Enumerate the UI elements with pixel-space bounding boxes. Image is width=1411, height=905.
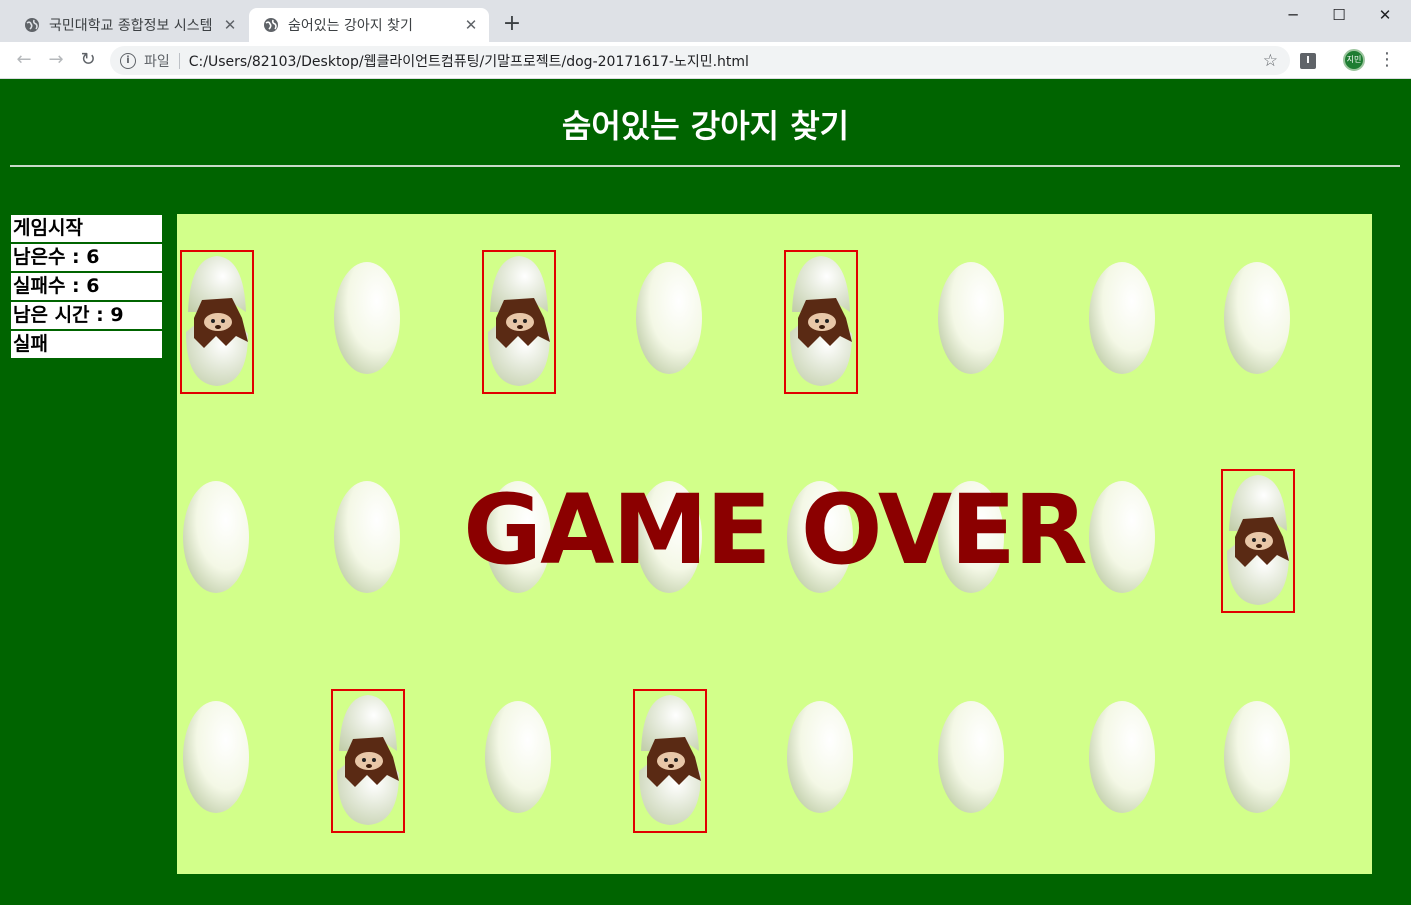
bookmark-star-icon[interactable]: ☆ <box>1263 51 1278 71</box>
result-status: 실패 <box>11 331 162 358</box>
egg-cell[interactable] <box>1086 689 1160 833</box>
tab-find-dog[interactable]: 숨어있는 강아지 찾기 ✕ <box>249 8 489 42</box>
egg-icon <box>938 701 1004 813</box>
egg-icon <box>636 481 702 593</box>
menu-dots-icon[interactable]: ⋮ <box>1378 49 1396 71</box>
egg-icon <box>334 481 400 593</box>
revealed-dog-cell[interactable] <box>331 689 405 833</box>
dog-in-egg-icon <box>186 256 248 386</box>
tab-university-portal[interactable]: 국민대학교 종합정보 시스템 ✕ <box>10 8 248 42</box>
reload-icon[interactable]: ↻ <box>76 48 100 72</box>
egg-icon <box>485 481 551 593</box>
egg-cell[interactable] <box>482 689 556 833</box>
dog-in-egg-icon <box>488 256 550 386</box>
tab-title: 숨어있는 강아지 찾기 <box>288 18 413 34</box>
url-text[interactable]: C:/Users/82103/Desktop/웹클라이언트컴퓨팅/기말프로젝트/… <box>189 51 749 71</box>
egg-cell[interactable] <box>1221 250 1295 394</box>
egg-icon <box>1224 701 1290 813</box>
revealed-dog-cell[interactable] <box>633 689 707 833</box>
egg-icon <box>334 262 400 374</box>
failure-count: 실패수 : 6 <box>11 273 162 300</box>
close-tab-icon[interactable]: ✕ <box>463 17 479 33</box>
close-tab-icon[interactable]: ✕ <box>222 17 238 33</box>
info-icon[interactable]: i <box>120 52 136 69</box>
remaining-count: 남은수 : 6 <box>11 244 162 271</box>
egg-cell[interactable] <box>784 689 858 833</box>
scheme-label: 파일 <box>144 53 170 70</box>
egg-icon <box>787 701 853 813</box>
egg-icon <box>1089 701 1155 813</box>
extension-icon[interactable]: I <box>1300 53 1316 69</box>
maximize-icon[interactable]: ☐ <box>1316 0 1362 30</box>
tab-strip: 국민대학교 종합정보 시스템 ✕ 숨어있는 강아지 찾기 ✕ + ─ ☐ ✕ <box>0 0 1411 42</box>
revealed-dog-cell[interactable] <box>482 250 556 394</box>
egg-icon <box>1089 481 1155 593</box>
egg-cell[interactable] <box>784 469 858 613</box>
start-game-button[interactable]: 게임시작 <box>11 215 162 242</box>
egg-cell[interactable] <box>935 250 1009 394</box>
game-board: GAME OVER <box>177 214 1372 874</box>
egg-icon <box>1224 262 1290 374</box>
egg-icon <box>938 481 1004 593</box>
forward-arrow-icon[interactable]: → <box>44 48 68 72</box>
revealed-dog-cell[interactable] <box>180 250 254 394</box>
egg-cell[interactable] <box>180 469 254 613</box>
egg-cell[interactable] <box>331 250 405 394</box>
page-title: 숨어있는 강아지 찾기 <box>561 107 850 145</box>
egg-cell[interactable] <box>935 689 1009 833</box>
revealed-dog-cell[interactable] <box>784 250 858 394</box>
divider <box>178 52 180 69</box>
minimize-icon[interactable]: ─ <box>1270 0 1316 30</box>
egg-cell[interactable] <box>935 469 1009 613</box>
egg-cell[interactable] <box>1086 250 1160 394</box>
egg-icon <box>485 701 551 813</box>
egg-icon <box>636 262 702 374</box>
egg-cell[interactable] <box>633 469 707 613</box>
egg-cell[interactable] <box>633 250 707 394</box>
dog-in-egg-icon <box>1227 475 1289 605</box>
egg-cell[interactable] <box>1086 469 1160 613</box>
profile-avatar[interactable]: 지민 <box>1343 49 1365 71</box>
back-arrow-icon[interactable]: ← <box>12 48 36 72</box>
egg-icon <box>938 262 1004 374</box>
globe-icon <box>264 18 278 32</box>
egg-icon <box>183 481 249 593</box>
egg-cell[interactable] <box>331 469 405 613</box>
close-window-icon[interactable]: ✕ <box>1362 0 1408 30</box>
dog-in-egg-icon <box>790 256 852 386</box>
dog-in-egg-icon <box>639 695 701 825</box>
revealed-dog-cell[interactable] <box>1221 469 1295 613</box>
egg-icon <box>183 701 249 813</box>
address-bar[interactable]: i 파일 C:/Users/82103/Desktop/웹클라이언트컴퓨팅/기말… <box>110 46 1290 75</box>
page-body: 숨어있는 강아지 찾기 게임시작 남은수 : 6 실패수 : 6 남은 시간 :… <box>0 79 1411 905</box>
globe-icon <box>25 18 39 32</box>
egg-cell[interactable] <box>1221 689 1295 833</box>
new-tab-button[interactable]: + <box>500 12 524 36</box>
egg-cell[interactable] <box>180 689 254 833</box>
time-left: 남은 시간 : 9 <box>11 302 162 329</box>
egg-icon <box>1089 262 1155 374</box>
egg-cell[interactable] <box>482 469 556 613</box>
tab-title: 국민대학교 종합정보 시스템 <box>49 18 213 34</box>
dog-in-egg-icon <box>337 695 399 825</box>
browser-toolbar: ← → ↻ i 파일 C:/Users/82103/Desktop/웹클라이언트… <box>0 42 1411 79</box>
egg-icon <box>787 481 853 593</box>
horizontal-rule <box>10 165 1400 167</box>
